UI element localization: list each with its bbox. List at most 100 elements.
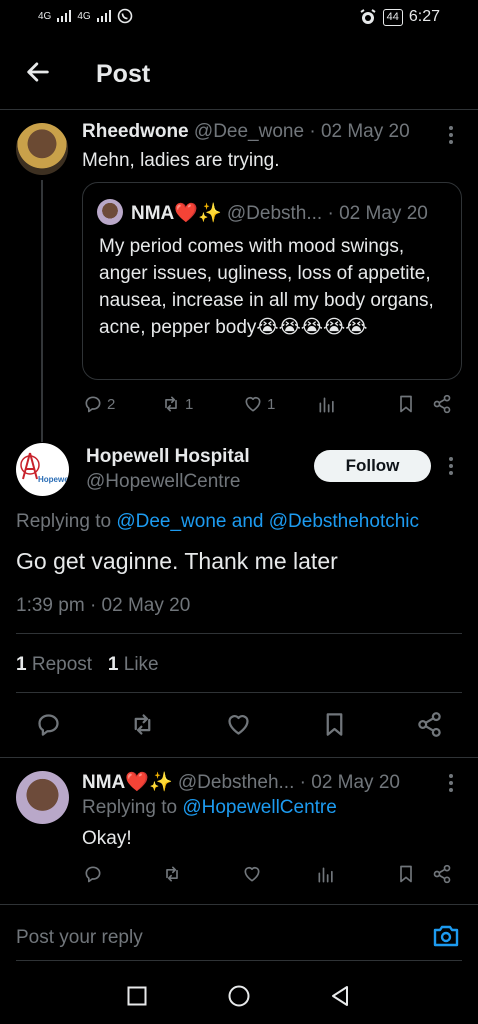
- network-indicator-1: 4G: [38, 10, 52, 22]
- reply-count: 2: [107, 395, 116, 413]
- like-stat-count: 1: [107, 654, 119, 675]
- share-icon[interactable]: [432, 394, 452, 414]
- divider: [16, 692, 462, 693]
- quote-date-separator: ·: [327, 203, 334, 224]
- reply-name-emoji: ❤️✨: [125, 771, 173, 793]
- home-icon[interactable]: [228, 985, 250, 1007]
- divider: [0, 757, 478, 758]
- mention-hopewellcentre[interactable]: @HopewellCentre: [182, 797, 336, 818]
- share-icon[interactable]: [416, 711, 443, 738]
- system-nav-bar: [0, 968, 478, 1024]
- engagement-stats: 1 Repost 1 Like: [16, 654, 159, 676]
- heart-icon[interactable]: [225, 711, 252, 738]
- reply-text: Okay!: [82, 828, 132, 849]
- reply-date: 02 May 20: [311, 772, 400, 793]
- quote-author-handle: @Debsth...: [226, 203, 323, 224]
- repost-icon: [165, 396, 177, 412]
- avatar-logo-text: Hopewe: [38, 475, 69, 484]
- post-timestamp: 1:39 pm · 02 May 20: [16, 595, 190, 617]
- reply-bar: Post your reply: [0, 904, 478, 968]
- like-stat[interactable]: 1 Like: [108, 654, 159, 675]
- share-icon[interactable]: [432, 864, 452, 884]
- more-options-icon[interactable]: [446, 124, 456, 146]
- more-options-icon[interactable]: [446, 455, 456, 477]
- avatar-nma[interactable]: [16, 771, 69, 824]
- author-handle[interactable]: @Dee_wone: [194, 121, 304, 142]
- status-bar: 4G 4G 44 6:27: [0, 0, 478, 36]
- status-right: 44 6:27: [359, 8, 440, 26]
- repost-stat-count: 1: [16, 654, 27, 675]
- post-header: Rheedwone @Dee_wone · 02 May 20: [82, 121, 432, 143]
- status-left: 4G 4G: [38, 8, 133, 24]
- repost-count: 1: [185, 395, 194, 413]
- quote-header: NMA❤️✨ @Debsth... · 02 May 20: [131, 201, 451, 225]
- author-handle[interactable]: @HopewellCentre: [86, 471, 240, 493]
- avatar-rheedwone[interactable]: [16, 123, 68, 175]
- reply-author-handle[interactable]: @Debstheh...: [178, 772, 294, 793]
- status-time: 6:27: [408, 8, 440, 25]
- camera-icon[interactable]: [432, 923, 460, 949]
- quoted-post-card[interactable]: NMA❤️✨ @Debsth... · 02 May 20 My period …: [82, 182, 462, 380]
- alarm-icon: [360, 9, 376, 24]
- date-separator: ·: [309, 121, 316, 142]
- like-stat-label: Like: [123, 654, 159, 675]
- repost-action[interactable]: 1: [161, 394, 193, 414]
- header: Post: [0, 36, 478, 110]
- reply-replying-to: Replying to @HopewellCentre: [82, 797, 337, 819]
- mention-debsthehotchic[interactable]: @Debsthehotchic: [269, 511, 419, 532]
- mention-dee-wone[interactable]: @Dee_wone: [116, 511, 226, 532]
- back-icon[interactable]: [330, 985, 350, 1007]
- reply-date-separator: ·: [299, 772, 306, 793]
- repost-stat-label: Repost: [31, 654, 93, 675]
- like-action[interactable]: 1: [243, 394, 275, 414]
- post-time: 1:39 pm: [16, 595, 85, 616]
- replying-to-line: Replying to @Dee_wone and @Debsthehotchi…: [16, 511, 419, 533]
- replying-and: and: [231, 511, 264, 532]
- reply-icon: [85, 396, 101, 413]
- divider: [16, 960, 462, 961]
- reply-icon[interactable]: [35, 711, 62, 738]
- post-text: Mehn, ladies are trying.: [82, 150, 280, 171]
- page-title: Post: [96, 60, 151, 88]
- date-separator: ·: [89, 595, 97, 616]
- more-options-icon[interactable]: [446, 772, 456, 794]
- bookmark-icon[interactable]: [321, 711, 348, 738]
- network-indicator-2: 4G: [77, 10, 91, 22]
- hopewell-logo-icon: [20, 452, 40, 480]
- quote-text: My period comes with mood swings, anger …: [99, 236, 434, 338]
- signal-icon: [57, 10, 72, 22]
- reply-icon[interactable]: [83, 864, 103, 884]
- whatsapp-icon: [117, 8, 132, 24]
- quote-name-emoji: ❤️✨: [174, 202, 222, 224]
- repost-icon[interactable]: [129, 711, 156, 738]
- main-post-text: Go get vaginne. Thank me later: [16, 548, 338, 574]
- post-date: 02 May 20: [320, 121, 410, 142]
- reply-author-name[interactable]: NMA: [82, 772, 125, 793]
- author-name[interactable]: Hopewell Hospital: [86, 446, 250, 468]
- signal-icon: [96, 10, 111, 22]
- reply-placeholder: Post your reply: [16, 927, 143, 948]
- avatar-hopewell[interactable]: Hopewe: [16, 443, 69, 496]
- author-name[interactable]: Rheedwone: [82, 121, 189, 142]
- avatar-nma-small: [97, 199, 123, 225]
- post-date: 02 May 20: [101, 595, 191, 616]
- repost-stat[interactable]: 1 Repost: [16, 654, 92, 675]
- reply-header: NMA❤️✨ @Debstheh... · 02 May 20: [82, 770, 442, 794]
- recents-icon[interactable]: [127, 986, 147, 1006]
- thread-line: [41, 180, 43, 442]
- follow-button[interactable]: Follow: [314, 450, 431, 482]
- divider: [16, 633, 462, 634]
- views-icon[interactable]: [316, 865, 336, 885]
- battery-indicator: 44: [382, 8, 403, 26]
- repost-icon[interactable]: [162, 864, 182, 884]
- views-icon[interactable]: [317, 395, 337, 415]
- reply-action[interactable]: 2: [83, 394, 115, 414]
- heart-icon[interactable]: [242, 864, 262, 884]
- reply-input[interactable]: Post your reply: [16, 927, 143, 949]
- quote-author-name: NMA: [131, 203, 175, 224]
- like-count: 1: [267, 395, 276, 413]
- bookmark-icon[interactable]: [396, 394, 416, 414]
- heart-icon: [245, 396, 261, 412]
- back-arrow-icon[interactable]: [24, 58, 52, 86]
- bookmark-icon[interactable]: [396, 864, 416, 884]
